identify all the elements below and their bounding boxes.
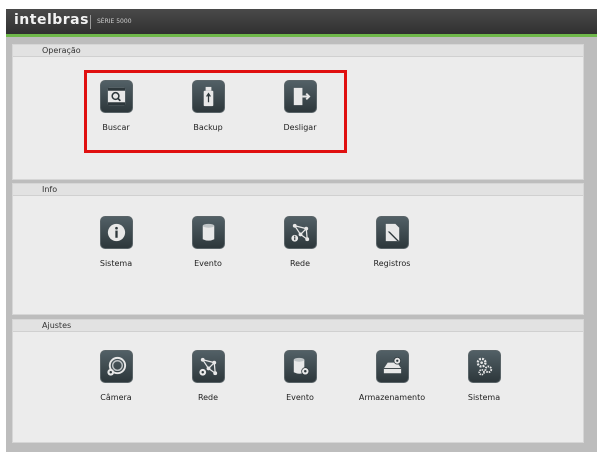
storage-settings-icon xyxy=(375,350,409,383)
menu-item-label: Rede xyxy=(197,393,219,402)
menu-item-armazenamento[interactable]: Armazenamento xyxy=(347,350,437,402)
menu-item-label: Armazenamento xyxy=(358,393,426,402)
event-settings-icon xyxy=(283,350,317,383)
menu-item-rede-ajustes[interactable]: Rede xyxy=(163,350,253,402)
section-title-info: Info xyxy=(13,184,583,196)
menu-item-label: Evento xyxy=(286,393,314,402)
menu-item-label: Evento xyxy=(194,259,222,268)
menu-item-label: Registros xyxy=(373,259,411,268)
accent-line xyxy=(6,34,597,37)
camera-settings-icon xyxy=(99,350,133,383)
menu-item-evento-ajustes[interactable]: Evento xyxy=(255,350,345,402)
menu-item-label: Sistema xyxy=(467,393,501,402)
system-gears-icon xyxy=(467,350,501,383)
brand-logo: intelbras xyxy=(14,12,89,28)
series-label: SÉRIE 5000 xyxy=(97,18,132,25)
network-info-icon xyxy=(283,216,317,249)
section-ajustes: Ajustes Câmera Rede Evento Armazenamento xyxy=(12,319,584,443)
menu-item-registros[interactable]: Registros xyxy=(347,216,437,268)
menu-item-sistema-ajustes[interactable]: Sistema xyxy=(439,350,529,402)
section-title-ajustes: Ajustes xyxy=(13,320,583,332)
top-bar: intelbras SÉRIE 5000 xyxy=(6,9,597,36)
network-settings-icon xyxy=(191,350,225,383)
highlight-box xyxy=(84,70,347,153)
menu-item-evento-info[interactable]: Evento xyxy=(163,216,253,268)
menu-item-rede-info[interactable]: Rede xyxy=(255,216,345,268)
menu-item-label: Rede xyxy=(289,259,311,268)
main-menu: Operação Buscar Backup Desligar Info Sis… xyxy=(12,44,591,443)
menu-item-label: Câmera xyxy=(100,393,132,402)
section-title-operacao: Operação xyxy=(13,45,583,57)
menu-item-label: Sistema xyxy=(99,259,133,268)
event-sensor-icon xyxy=(191,216,225,249)
menu-item-sistema-info[interactable]: Sistema xyxy=(71,216,161,268)
log-pencil-icon xyxy=(375,216,409,249)
info-icon xyxy=(99,216,133,249)
section-info: Info Sistema Evento Rede Registros xyxy=(12,183,584,315)
brand-divider xyxy=(90,15,91,29)
menu-item-camera[interactable]: Câmera xyxy=(71,350,161,402)
